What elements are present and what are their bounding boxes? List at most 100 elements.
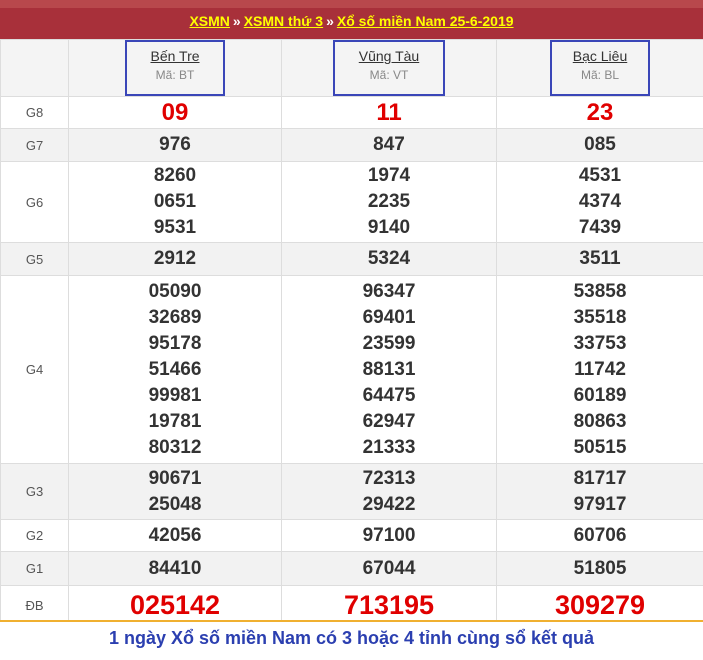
- prize-number: 84410: [148, 557, 202, 579]
- province-highlight-box: Vũng Tàu Mã: VT: [333, 40, 445, 96]
- prize-cell: 976: [68, 128, 282, 162]
- prize-number: 085: [584, 134, 616, 155]
- prize-number: 81717: [573, 467, 627, 489]
- prize-number: 69401: [362, 306, 416, 328]
- prize-cell: 42056: [68, 519, 282, 552]
- prize-number: 09: [161, 98, 189, 126]
- prize-number: 51466: [148, 358, 202, 380]
- prize-label: ĐB: [0, 585, 69, 625]
- prize-row-g6: G6 8260 0651 9531 1974 2235 9140 4531 43…: [0, 161, 703, 243]
- prize-number: 97100: [362, 524, 416, 546]
- prize-label: G7: [0, 128, 69, 162]
- prize-cell: 2912: [68, 242, 282, 276]
- province-link-vung-tau[interactable]: Vũng Tàu: [351, 48, 427, 65]
- top-banner-strip: [0, 0, 703, 8]
- prize-number: 2912: [153, 248, 197, 269]
- prize-cell: 72313 29422: [281, 463, 497, 520]
- breadcrumb-separator: »: [326, 13, 334, 29]
- prize-label: G2: [0, 519, 69, 552]
- prize-number: 19781: [148, 410, 202, 432]
- prize-number: 9531: [153, 217, 197, 238]
- prize-number: 95178: [148, 332, 202, 354]
- header-blank-cell: [0, 39, 69, 97]
- footer-text: 1 ngày Xổ số miền Nam có 3 hoặc 4 tỉnh c…: [108, 628, 595, 648]
- prize-number: 2235: [367, 191, 411, 212]
- special-prize-number: 025142: [129, 590, 221, 620]
- prize-number: 29422: [362, 493, 416, 515]
- province-highlight-box: Bến Tre Mã: BT: [125, 40, 225, 96]
- prize-cell: 53858 35518 33753 11742 60189 80863 5051…: [496, 275, 703, 464]
- prize-number: 23599: [362, 332, 416, 354]
- prize-label: G6: [0, 161, 69, 243]
- prize-number: 9140: [367, 217, 411, 238]
- prize-number: 64475: [362, 384, 416, 406]
- province-code-ben-tre: Mã: BT: [155, 68, 195, 82]
- prize-number: 72313: [362, 467, 416, 489]
- prize-row-g1: G1 84410 67044 51805: [0, 551, 703, 586]
- prize-number: 80312: [148, 436, 202, 458]
- prize-row-special: ĐB 025142 713195 309279: [0, 585, 703, 625]
- prize-number: 1974: [367, 165, 411, 186]
- prize-number: 11: [376, 98, 402, 126]
- prize-cell: 09: [68, 96, 282, 129]
- prize-number: 847: [373, 134, 405, 155]
- prize-number: 67044: [362, 557, 416, 579]
- prize-number: 35518: [573, 306, 627, 328]
- prize-number: 97917: [573, 493, 627, 515]
- prize-cell: 8260 0651 9531: [68, 161, 282, 243]
- prize-number: 21333: [362, 436, 416, 458]
- prize-number: 25048: [148, 493, 202, 515]
- prize-row-g5: G5 2912 5324 3511: [0, 242, 703, 276]
- top-header-bar: XSMN» XSMN thứ 3» Xổ số miền Nam 25-6-2019: [0, 0, 703, 39]
- prize-cell: 085: [496, 128, 703, 162]
- prize-number: 3511: [579, 248, 621, 269]
- prize-number: 11742: [574, 358, 626, 380]
- prize-number: 88131: [362, 358, 416, 380]
- prize-number: 42056: [148, 524, 202, 546]
- prize-label: G3: [0, 463, 69, 520]
- breadcrumb: XSMN» XSMN thứ 3» Xổ số miền Nam 25-6-2019: [0, 8, 703, 39]
- prize-row-g8: G8 09 11 23: [0, 96, 703, 129]
- province-header-vung-tau: Vũng Tàu Mã: VT: [281, 39, 497, 97]
- prize-number: 23: [586, 98, 614, 126]
- prize-label: G1: [0, 551, 69, 586]
- prize-cell: 67044: [281, 551, 497, 586]
- breadcrumb-home-link[interactable]: XSMN: [189, 13, 229, 29]
- prize-cell: 1974 2235 9140: [281, 161, 497, 243]
- prize-number: 60706: [573, 524, 627, 546]
- prize-row-g4: G4 05090 32689 95178 51466 99981 19781 8…: [0, 275, 703, 464]
- prize-cell: 11: [281, 96, 497, 129]
- prize-number: 51805: [573, 557, 627, 579]
- prize-cell: 847: [281, 128, 497, 162]
- prize-cell: 5324: [281, 242, 497, 276]
- breadcrumb-day-link[interactable]: XSMN thứ 3: [244, 13, 323, 29]
- special-prize-number: 309279: [554, 590, 646, 620]
- prize-number: 90671: [148, 467, 202, 489]
- breadcrumb-current-link[interactable]: Xổ số miền Nam 25-6-2019: [337, 13, 514, 29]
- prize-cell: 96347 69401 23599 88131 64475 62947 2133…: [281, 275, 497, 464]
- prize-cell: 05090 32689 95178 51466 99981 19781 8031…: [68, 275, 282, 464]
- prize-number: 50515: [573, 436, 627, 458]
- prize-number: 5324: [367, 248, 411, 269]
- prize-number: 05090: [148, 280, 202, 302]
- prize-label: G4: [0, 275, 69, 464]
- prize-cell: 51805: [496, 551, 703, 586]
- prize-number: 62947: [362, 410, 416, 432]
- footer-note: 1 ngày Xổ số miền Nam có 3 hoặc 4 tỉnh c…: [0, 620, 703, 658]
- prize-number: 32689: [148, 306, 202, 328]
- prize-number: 4531: [578, 165, 622, 186]
- prize-row-g3: G3 90671 25048 72313 29422 81717 97917: [0, 463, 703, 520]
- prize-cell: 309279: [496, 585, 703, 625]
- prize-cell: 97100: [281, 519, 497, 552]
- results-table: Bến Tre Mã: BT Vũng Tàu Mã: VT Bạc Liêu …: [0, 39, 703, 625]
- province-code-bac-lieu: Mã: BL: [580, 68, 619, 82]
- province-link-bac-lieu[interactable]: Bạc Liêu: [568, 48, 632, 65]
- prize-cell: 81717 97917: [496, 463, 703, 520]
- breadcrumb-separator: »: [232, 13, 241, 29]
- prize-cell: 025142: [68, 585, 282, 625]
- prize-row-g2: G2 42056 97100 60706: [0, 519, 703, 552]
- province-link-ben-tre[interactable]: Bến Tre: [143, 48, 207, 65]
- prize-number: 60189: [573, 384, 627, 406]
- prize-cell: 713195: [281, 585, 497, 625]
- special-prize-number: 713195: [343, 590, 435, 620]
